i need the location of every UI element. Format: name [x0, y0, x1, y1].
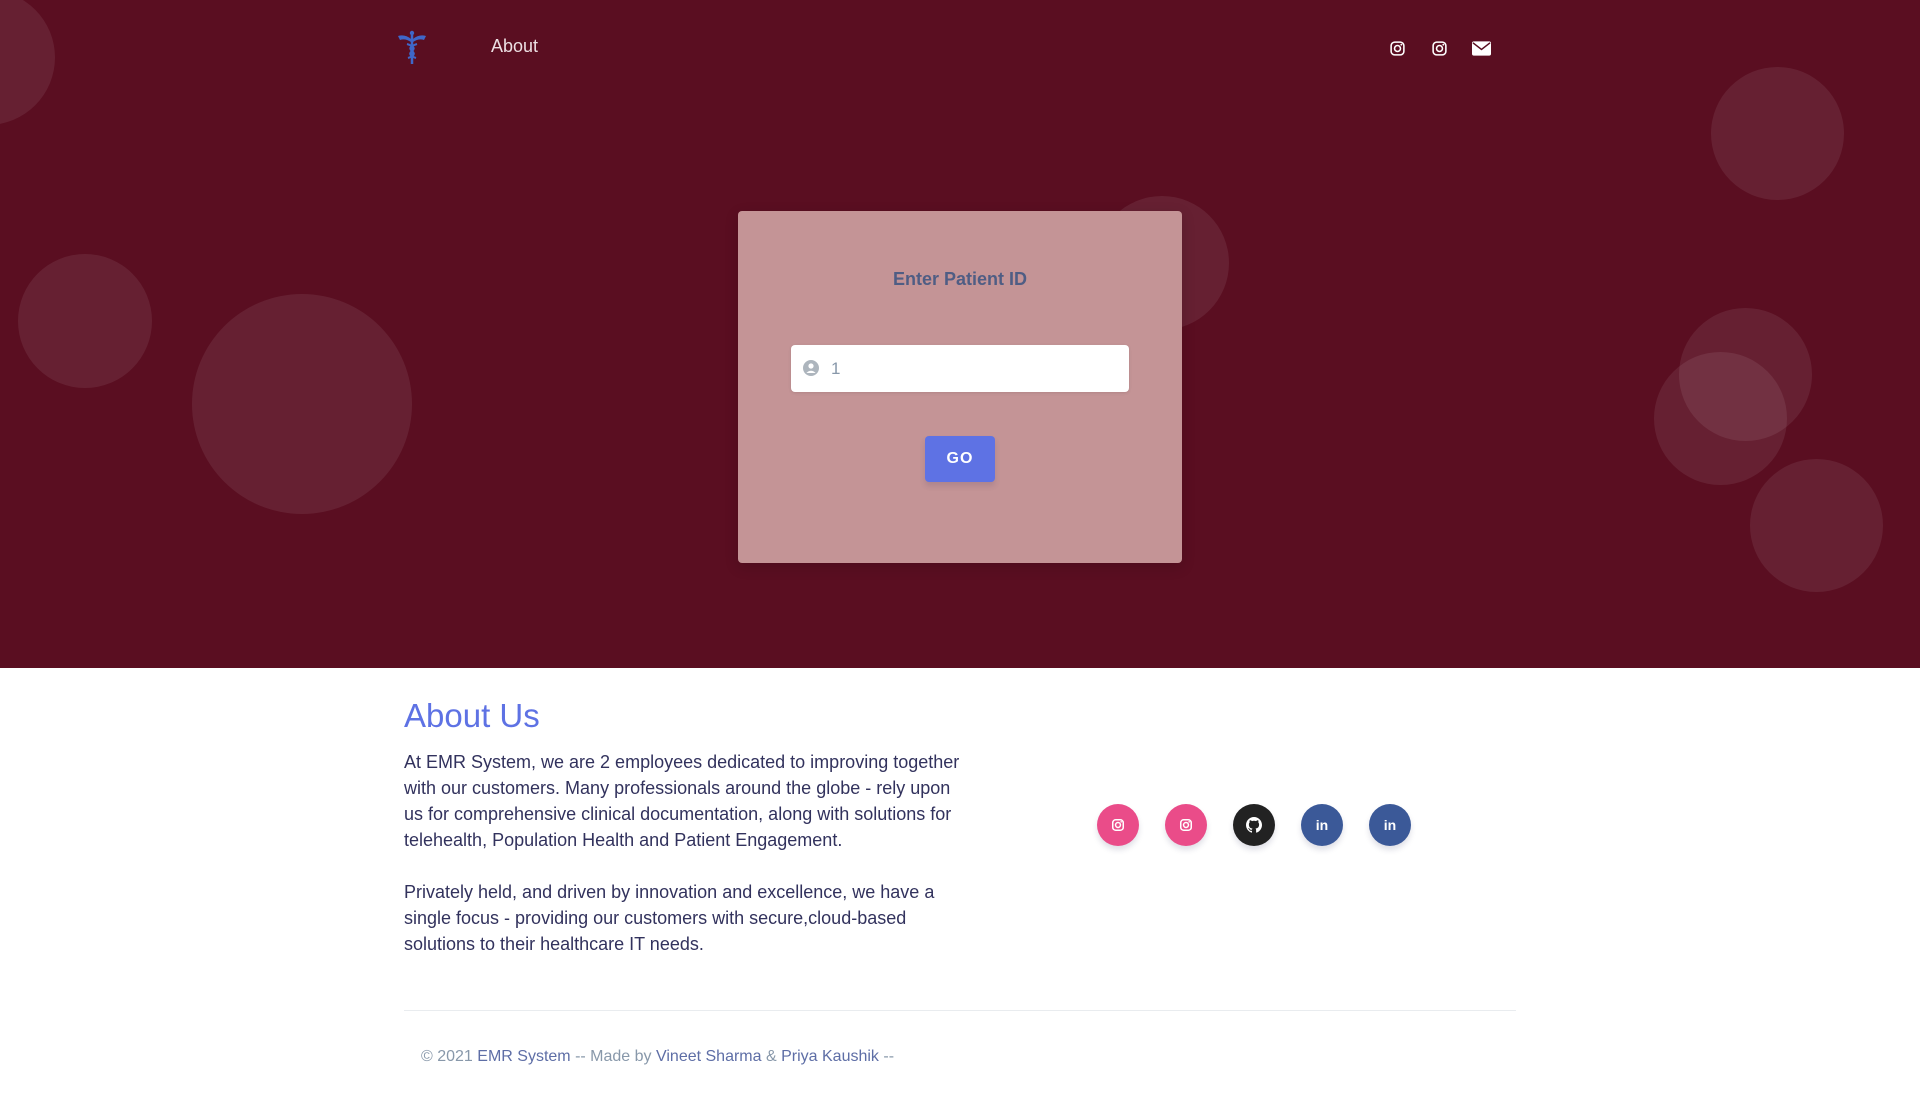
- decorative-circle: [1654, 352, 1787, 485]
- about-paragraph-2: Privately held, and driven by innovation…: [404, 882, 935, 954]
- linkedin-button[interactable]: in: [1369, 804, 1411, 846]
- patient-id-field: [791, 345, 1129, 392]
- instagram-icon[interactable]: [1386, 37, 1408, 59]
- github-icon: [1246, 817, 1262, 833]
- github-button[interactable]: [1233, 804, 1275, 846]
- footer-copyright: © 2021 EMR System -- Made by Vineet Shar…: [421, 1048, 894, 1066]
- decorative-circle: [1750, 459, 1883, 592]
- footer-author-link[interactable]: Vineet Sharma: [656, 1048, 762, 1065]
- instagram-button[interactable]: [1165, 804, 1207, 846]
- envelope-icon[interactable]: [1470, 37, 1492, 59]
- hero-section: About Enter Patient ID GO: [0, 0, 1920, 668]
- instagram-icon: [1111, 818, 1125, 832]
- instagram-icon[interactable]: [1428, 37, 1450, 59]
- caduceus-icon[interactable]: [396, 30, 428, 66]
- footer-author-link[interactable]: Priya Kaushik: [781, 1048, 879, 1065]
- footer-middle: -- Made by: [570, 1048, 656, 1065]
- navbar: About: [0, 0, 1920, 96]
- linkedin-button[interactable]: in: [1301, 804, 1343, 846]
- linkedin-icon: in: [1383, 817, 1397, 833]
- go-button[interactable]: GO: [925, 436, 995, 482]
- linkedin-icon: in: [1315, 817, 1329, 833]
- about-paragraph-1: At EMR System, we are 2 employees dedica…: [404, 752, 960, 850]
- patient-id-card: Enter Patient ID GO: [738, 211, 1182, 563]
- footer-divider: [404, 1010, 1516, 1011]
- patient-id-input[interactable]: [831, 345, 1121, 392]
- nav-link-about[interactable]: About: [491, 36, 538, 57]
- instagram-button[interactable]: [1097, 804, 1139, 846]
- user-circle-icon: [803, 360, 819, 376]
- footer-brand-link[interactable]: EMR System: [477, 1048, 570, 1065]
- card-title: Enter Patient ID: [892, 269, 1028, 289]
- instagram-icon: [1179, 818, 1193, 832]
- footer-prefix: © 2021: [421, 1048, 478, 1065]
- about-title: About Us: [404, 697, 540, 734]
- footer-amp: &: [761, 1048, 782, 1065]
- decorative-circle: [192, 294, 412, 514]
- decorative-circle: [18, 254, 152, 388]
- footer-suffix: --: [878, 1048, 895, 1065]
